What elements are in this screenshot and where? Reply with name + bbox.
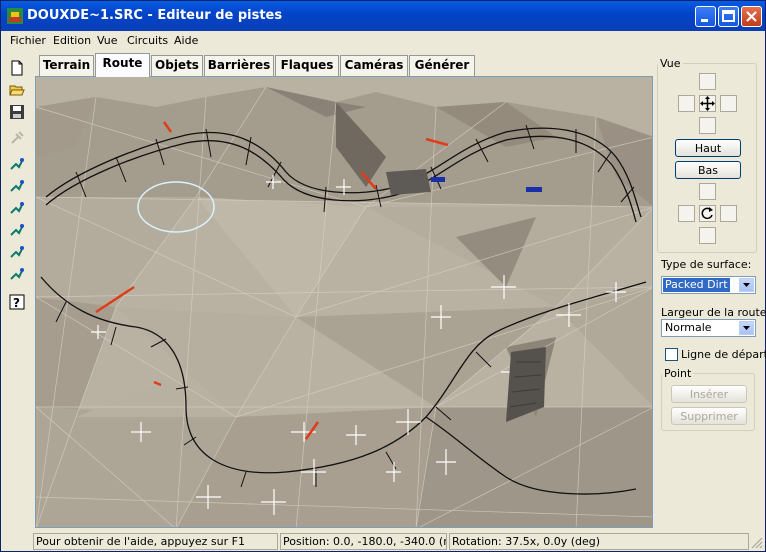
camera-tool-1-icon — [10, 158, 24, 170]
view-rotate-left-button[interactable] — [678, 205, 695, 222]
save-button[interactable] — [6, 101, 28, 123]
rotate-icon — [701, 207, 713, 220]
window-title: DOUXDE~1.SRC - Editeur de pistes — [27, 8, 283, 23]
terrain-mesh — [36, 77, 652, 527]
open-file-button[interactable] — [6, 79, 28, 101]
new-file-button[interactable] — [6, 57, 28, 79]
surface-label: Type de surface: — [661, 258, 752, 271]
ligne-depart-checkbox[interactable] — [665, 348, 678, 361]
camera-tool-4-icon — [10, 224, 24, 236]
view-pan-down-button[interactable] — [699, 117, 716, 134]
largeur-label: Largeur de la route: — [661, 306, 766, 319]
track-3d-viewport[interactable] — [35, 76, 653, 528]
view-rotate-right-button[interactable] — [720, 205, 737, 222]
camera-tool-1-button[interactable] — [6, 153, 28, 175]
largeur-dropdown-arrow-icon[interactable] — [739, 321, 754, 335]
surface-value: Packed Dirt — [663, 278, 730, 292]
menu-aide[interactable]: Aide — [174, 34, 198, 47]
move-cross-icon — [700, 96, 715, 111]
camera-tool-2-icon — [10, 180, 24, 192]
status-bar: Pour obtenir de l'aide, appuyez sur F1 P… — [1, 531, 765, 551]
tab-terrain[interactable]: Terrain — [39, 55, 94, 76]
menu-bar: Fichier Edition Vue Circuits Aide — [1, 31, 765, 50]
vue-legend: Vue — [660, 57, 681, 70]
help-button[interactable]: ? — [6, 291, 28, 313]
camera-tool-3-icon — [10, 202, 24, 214]
disabled-tool-button[interactable] — [6, 127, 28, 149]
disabled-tool-icon — [11, 131, 24, 144]
open-folder-icon — [9, 85, 25, 96]
tab-flaques[interactable]: Flaques — [275, 55, 339, 76]
tab-barrieres[interactable]: Barrières — [204, 55, 274, 76]
view-pan-right-button[interactable] — [720, 95, 737, 112]
menu-vue[interactable]: Vue — [97, 34, 118, 47]
new-file-icon — [11, 60, 23, 76]
tab-objets[interactable]: Objets — [151, 55, 203, 76]
resize-grip-icon[interactable] — [751, 537, 763, 549]
camera-tool-3-button[interactable] — [6, 197, 28, 219]
title-bar[interactable]: DOUXDE~1.SRC - Editeur de pistes — [1, 1, 765, 31]
view-rotate-center-button[interactable] — [699, 205, 716, 222]
surface-select[interactable]: Packed Dirt — [661, 276, 756, 294]
view-bas-button[interactable]: Bas — [675, 161, 741, 179]
minimize-button[interactable] — [695, 6, 716, 27]
view-rotate-down-button[interactable] — [699, 227, 716, 244]
camera-tool-2-button[interactable] — [6, 175, 28, 197]
tab-cameras[interactable]: Caméras — [340, 55, 408, 76]
tab-route[interactable]: Route — [95, 53, 150, 77]
inserer-button[interactable]: Insérer — [671, 385, 747, 403]
close-icon — [746, 11, 757, 22]
maximize-icon — [722, 10, 735, 22]
camera-tool-6-button[interactable] — [6, 263, 28, 285]
view-pan-left-button[interactable] — [678, 95, 695, 112]
close-button[interactable] — [741, 6, 762, 27]
save-disk-icon — [10, 105, 24, 119]
camera-tool-5-icon — [10, 246, 24, 258]
status-help: Pour obtenir de l'aide, appuyez sur F1 — [33, 533, 278, 550]
largeur-value: Normale — [665, 321, 712, 334]
status-rotation: Rotation: 37.5x, 0.0y (deg) — [449, 533, 749, 550]
view-haut-button[interactable]: Haut — [675, 139, 741, 157]
minimize-icon — [701, 19, 708, 22]
supprimer-button[interactable]: Supprimer — [671, 407, 747, 425]
menu-edition[interactable]: Edition — [53, 34, 91, 47]
camera-tool-4-button[interactable] — [6, 219, 28, 241]
svg-text:?: ? — [13, 296, 20, 310]
largeur-select[interactable]: Normale — [661, 319, 756, 337]
view-pan-up-button[interactable] — [699, 73, 716, 90]
camera-tool-5-button[interactable] — [6, 241, 28, 263]
status-position: Position: 0.0, -180.0, -340.0 (m) — [280, 533, 447, 550]
menu-circuits[interactable]: Circuits — [127, 34, 168, 47]
main-window: DOUXDE~1.SRC - Editeur de pistes Fichier… — [0, 0, 766, 552]
tab-generer[interactable]: Générer — [409, 55, 475, 76]
camera-tool-6-icon — [10, 268, 24, 280]
ligne-depart-label: Ligne de départ — [681, 348, 766, 361]
app-icon — [7, 8, 23, 24]
point-legend: Point — [664, 367, 692, 380]
view-rotate-up-button[interactable] — [699, 183, 716, 200]
help-icon: ? — [9, 294, 25, 310]
view-pan-center-button[interactable] — [699, 95, 716, 112]
maximize-button[interactable] — [718, 6, 739, 27]
surface-dropdown-arrow-icon[interactable] — [739, 278, 754, 292]
menu-fichier[interactable]: Fichier — [10, 34, 46, 47]
